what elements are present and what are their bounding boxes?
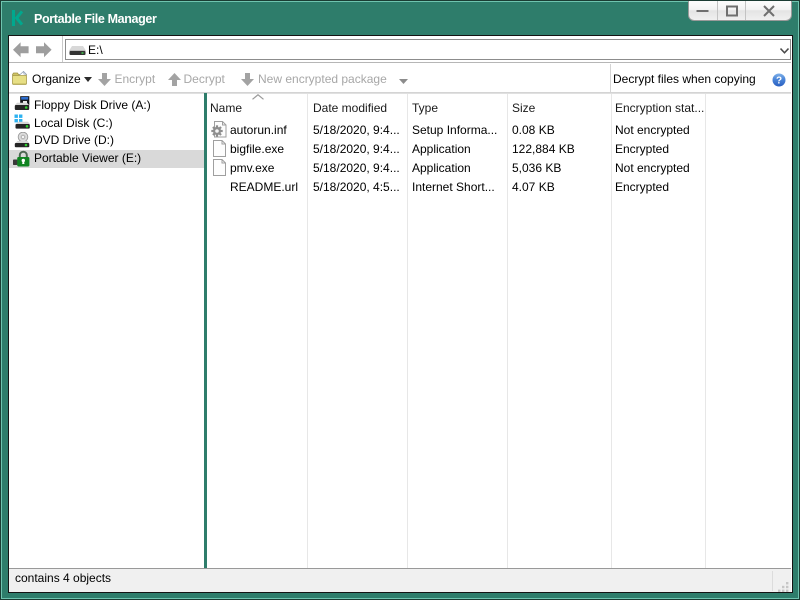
svg-text:?: ? <box>776 76 782 87</box>
